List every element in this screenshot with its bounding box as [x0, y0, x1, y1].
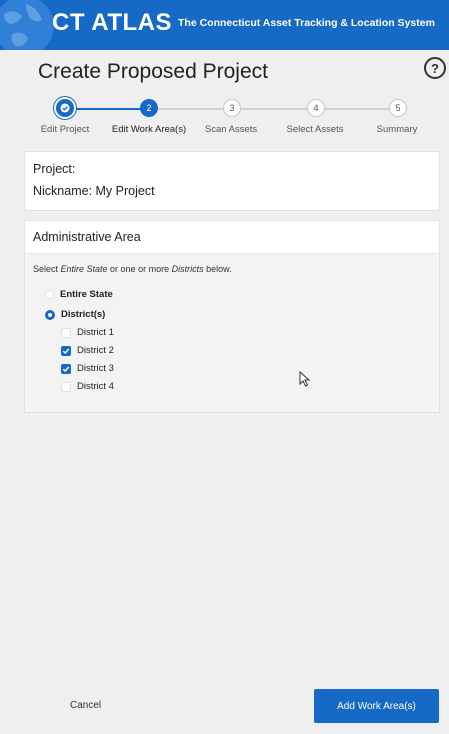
brand-logo-text: CT ATLAS: [52, 9, 172, 36]
step-4[interactable]: 4: [307, 99, 325, 117]
district-2-option[interactable]: District 2: [61, 345, 114, 356]
step-5-number: 5: [395, 103, 401, 113]
district-2-label: District 2: [77, 345, 114, 356]
districts-option[interactable]: District(s): [45, 309, 105, 320]
step-1-complete[interactable]: [56, 99, 74, 117]
add-work-areas-button[interactable]: Add Work Area(s): [314, 689, 439, 723]
district-2-checkbox[interactable]: [61, 345, 71, 356]
instruction-text: or one or more: [107, 264, 172, 274]
step-3[interactable]: 3: [223, 99, 241, 117]
globe-icon: [0, 0, 54, 50]
project-summary-card: Project: Nickname: My Project: [24, 151, 440, 211]
district-1-option[interactable]: District 1: [61, 327, 114, 338]
checkmark-icon: [62, 366, 70, 372]
step-2-number: 2: [146, 103, 152, 113]
step-3-number: 3: [229, 103, 235, 113]
step-3-label: Scan Assets: [204, 124, 258, 135]
entire-state-label: Entire State: [60, 289, 113, 300]
district-1-checkbox[interactable]: [61, 327, 71, 338]
districts-radio[interactable]: [45, 309, 55, 320]
step-connector-1: [65, 108, 149, 110]
administrative-area-heading: Administrative Area: [33, 230, 141, 244]
selection-instruction: Select Entire State or one or more Distr…: [33, 264, 232, 274]
progress-stepper: 2 3 4 5 Edit Project Edit Work Area(s) S…: [0, 98, 449, 142]
cancel-button[interactable]: Cancel: [70, 700, 101, 711]
district-4-label: District 4: [77, 381, 114, 392]
checkmark-icon: [62, 348, 70, 354]
step-4-label: Select Assets: [286, 124, 344, 135]
step-connector-3: [231, 108, 315, 110]
project-nickname: Nickname: My Project: [33, 184, 155, 198]
brand-tagline: The Connecticut Asset Tracking & Locatio…: [178, 17, 435, 29]
administrative-area-panel: Administrative Area Select Entire State …: [24, 220, 440, 413]
mouse-pointer-icon: [299, 371, 311, 387]
district-3-label: District 3: [77, 363, 114, 374]
app-header: CT ATLAS The Connecticut Asset Tracking …: [0, 0, 449, 50]
entire-state-option[interactable]: Entire State: [45, 289, 113, 300]
instruction-text: below.: [203, 264, 232, 274]
district-4-checkbox[interactable]: [61, 381, 71, 392]
page-title: Create Proposed Project: [38, 60, 268, 83]
districts-label: District(s): [61, 309, 106, 320]
step-connector-2: [149, 108, 231, 110]
help-icon[interactable]: ?: [424, 57, 446, 79]
district-1-label: District 1: [77, 327, 114, 338]
step-2-label: Edit Work Area(s): [111, 124, 187, 135]
entire-state-radio[interactable]: [45, 290, 54, 299]
district-4-option[interactable]: District 4: [61, 381, 114, 392]
check-icon: [60, 103, 70, 113]
district-3-checkbox[interactable]: [61, 363, 71, 374]
step-4-number: 4: [313, 103, 319, 113]
instruction-emphasis-entire-state: Entire State: [60, 264, 108, 274]
instruction-text: Select: [33, 264, 61, 274]
step-5-label: Summary: [376, 124, 418, 135]
step-1-label: Edit Project: [40, 124, 90, 135]
project-label: Project:: [33, 162, 76, 176]
instruction-emphasis-districts: Districts: [171, 264, 204, 274]
help-glyph: ?: [431, 60, 439, 76]
step-connector-4: [315, 108, 397, 110]
district-3-option[interactable]: District 3: [61, 363, 114, 374]
administrative-area-header: Administrative Area: [25, 221, 439, 254]
step-5[interactable]: 5: [389, 99, 407, 117]
step-2-current[interactable]: 2: [140, 99, 158, 117]
